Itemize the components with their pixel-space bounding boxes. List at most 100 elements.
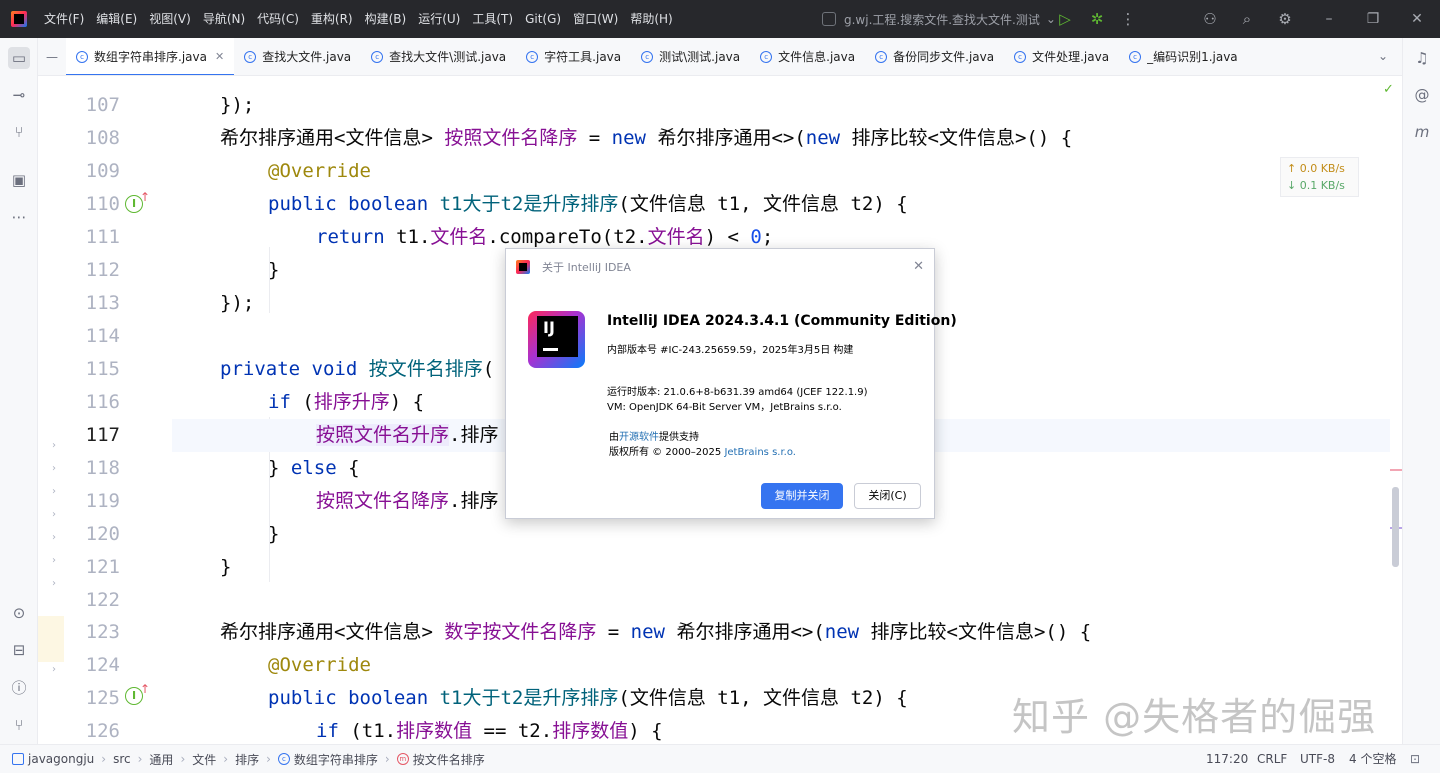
menu-item[interactable]: 导航(N)	[197, 0, 251, 38]
editor-tab[interactable]: c _编码识别1.java	[1119, 38, 1248, 75]
intellij-logo-icon[interactable]	[0, 0, 38, 38]
menu-item[interactable]: 工具(T)	[466, 0, 519, 38]
more-vertical-icon[interactable]: ⋮	[1118, 9, 1138, 29]
java-class-icon: c	[76, 50, 88, 63]
line-number: 114	[85, 325, 120, 347]
fold-icon[interactable]: ›	[52, 463, 56, 474]
run-config-icon	[822, 12, 836, 26]
breadcrumb-item[interactable]: javagongju	[12, 752, 94, 766]
menu-item[interactable]: 重构(R)	[305, 0, 359, 38]
menu-item[interactable]: 代码(C)	[251, 0, 305, 38]
menu-item[interactable]: 文件(F)	[38, 0, 90, 38]
copyright: 版权所有 © 2000–2025 JetBrains s.r.o.	[609, 443, 796, 458]
breadcrumb-item[interactable]: m 按文件名排序	[396, 751, 485, 768]
open-source-link[interactable]: 开源软件	[619, 432, 659, 443]
file-encoding[interactable]: UTF-8	[1300, 745, 1335, 773]
editor-tab[interactable]: c 查找大文件\测试.java	[361, 38, 516, 75]
close-button[interactable]: 关闭(C)	[854, 483, 921, 509]
fold-icon[interactable]: ›	[52, 509, 56, 520]
breadcrumb-item[interactable]: 排序	[235, 751, 259, 768]
fold-icon[interactable]: ›	[52, 440, 56, 451]
lock-icon[interactable]: ⊡	[1410, 745, 1420, 773]
line-separator[interactable]: CRLF	[1257, 745, 1287, 773]
editor-tab[interactable]: c 字符工具.java	[516, 38, 631, 75]
copy-and-close-button[interactable]: 复制并关闭	[761, 483, 843, 509]
git-branch-icon[interactable]: ⑂	[8, 121, 30, 143]
product-name: IntelliJ IDEA 2024.3.4.1 (Community Edit…	[607, 313, 957, 329]
scroll-thumb[interactable]	[1392, 487, 1399, 567]
project-folder-icon[interactable]: ▭	[8, 47, 30, 69]
terminal-icon[interactable]: ⊟	[8, 639, 30, 661]
caret-position[interactable]: 117:20	[1206, 745, 1248, 773]
editor-tab[interactable]: c 测试\测试.java	[631, 38, 750, 75]
override-arrow-icon: ↑	[140, 190, 151, 204]
structure-icon[interactable]: ▣	[8, 169, 30, 191]
commit-icon[interactable]: ⊸	[8, 84, 30, 106]
line-number: 112	[85, 259, 120, 281]
about-dialog: 关于 IntelliJ IDEA ✕ IJ IntelliJ IDEA 2024…	[505, 248, 957, 519]
editor-tab[interactable]: c 文件信息.java	[750, 38, 865, 75]
run-config-widget[interactable]: g.wj.工程.搜索文件.查找大文件.测试 ⌄	[822, 9, 1056, 29]
line-number: 119	[85, 490, 120, 512]
line-number: 109	[85, 160, 120, 182]
search-icon[interactable]: ⌕	[1237, 9, 1257, 29]
editor-tab[interactable]: c 数组字符串排序.java ✕	[66, 38, 235, 75]
line-number: 123	[85, 621, 120, 643]
problems-icon[interactable]: ⓘ	[8, 677, 30, 699]
menu-item[interactable]: 窗口(W)	[567, 0, 624, 38]
tab-actions-icon[interactable]: —	[38, 38, 66, 75]
fold-icon[interactable]: ›	[52, 664, 56, 675]
build-info: 内部版本号 #IC-243.25659.59，2025年3月5日 构建	[607, 345, 854, 356]
fold-icon[interactable]: ›	[52, 532, 56, 543]
class-icon: c	[277, 753, 290, 765]
breadcrumb-item[interactable]: src	[113, 752, 131, 766]
editor-tab[interactable]: c 查找大文件.java	[234, 38, 361, 75]
upload-speed: ↑ 0.0 KB/s	[1287, 162, 1345, 175]
restore-icon[interactable]: ❐	[1350, 0, 1396, 38]
editor-scrollbar[interactable]	[1390, 77, 1402, 744]
gear-icon[interactable]: ⚙	[1275, 9, 1295, 29]
tab-label: 测试\测试.java	[659, 50, 741, 64]
jetbrains-link[interactable]: JetBrains s.r.o.	[724, 447, 796, 458]
breadcrumb: javagongju › src › 通用 › 文件 › 排序 › c 数组字符串排序 › m 按文件名排序	[0, 751, 485, 768]
breadcrumb-item[interactable]: 通用	[149, 751, 173, 768]
fold-icon[interactable]: ›	[52, 486, 56, 497]
run-icon[interactable]: ▷	[1055, 9, 1075, 29]
menu-item[interactable]: 编辑(E)	[90, 0, 143, 38]
editor-tab[interactable]: c 备份同步文件.java	[865, 38, 1004, 75]
fold-icon[interactable]: ›	[52, 555, 56, 566]
code-line: @Override	[268, 160, 371, 182]
fold-icon[interactable]: ›	[52, 578, 56, 589]
code-line: }	[268, 523, 280, 545]
tab-list-chevron-icon[interactable]: ⌄	[1378, 49, 1432, 63]
minimize-icon[interactable]: –	[1306, 0, 1352, 38]
breadcrumb-separator: ›	[266, 752, 271, 766]
git-icon[interactable]: ⑂	[8, 714, 30, 736]
tab-label: 字符工具.java	[544, 50, 622, 64]
close-window-icon[interactable]: ✕	[1394, 0, 1440, 38]
maven-icon[interactable]: m	[1411, 121, 1433, 143]
tab-label: _编码识别1.java	[1147, 50, 1238, 64]
debug-icon[interactable]: ✲	[1087, 9, 1107, 29]
menu-item[interactable]: 构建(B)	[359, 0, 413, 38]
powered-prefix: 由	[609, 432, 619, 443]
services-run-icon[interactable]: ⊙	[8, 602, 30, 624]
breadcrumb-label: src	[113, 752, 131, 766]
vm-info: VM: OpenJDK 64-Bit Server VM，JetBrains s…	[607, 402, 842, 413]
editor-tab[interactable]: c 文件处理.java	[1004, 38, 1119, 75]
logo-text: IJ	[543, 318, 555, 337]
breadcrumb-item[interactable]: 文件	[192, 751, 216, 768]
menu-item[interactable]: 帮助(H)	[624, 0, 678, 38]
add-user-icon[interactable]: ⚇	[1200, 9, 1220, 29]
more-horizontal-icon[interactable]: ⋯	[8, 206, 30, 228]
menu-item[interactable]: 视图(V)	[143, 0, 197, 38]
close-icon[interactable]: ✕	[913, 259, 924, 274]
right-tool-strip: ♫ @ m	[1402, 38, 1440, 744]
menu-item[interactable]: Git(G)	[519, 0, 567, 38]
ai-assistant-icon[interactable]: @	[1411, 84, 1433, 106]
close-tab-icon[interactable]: ✕	[215, 50, 224, 63]
code-line: private void 按文件名排序(	[220, 358, 495, 380]
breadcrumb-item[interactable]: c 数组字符串排序	[277, 751, 378, 768]
indent-setting[interactable]: 4 个空格	[1349, 745, 1396, 773]
menu-item[interactable]: 运行(U)	[412, 0, 466, 38]
